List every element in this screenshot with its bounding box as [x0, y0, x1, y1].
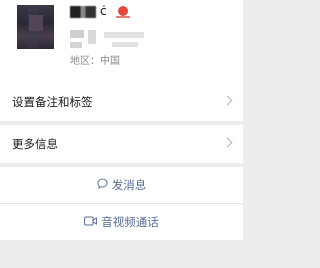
video-call-button[interactable]: 音视频通话: [0, 204, 243, 240]
region-label: 地区：: [70, 56, 100, 67]
brand-logo-icon: [118, 6, 128, 16]
more-info-row[interactable]: 更多信息: [0, 125, 243, 163]
account-id-pixelated: [70, 30, 84, 38]
nickname-glyph: ċ: [100, 4, 107, 18]
video-call-label: 音视频通话: [101, 215, 159, 229]
profile-header: ċ 地区：中国: [0, 0, 243, 84]
region-line: 地区：中国: [70, 52, 120, 67]
region-value: 中国: [100, 56, 120, 67]
account-id-pixelated: [70, 42, 82, 48]
send-message-label: 发消息: [111, 178, 147, 192]
chat-bubble-icon: [97, 178, 108, 192]
send-message-button[interactable]: 发消息: [0, 167, 243, 203]
nickname-pixelated: [70, 6, 96, 18]
account-id-pixelated: [104, 32, 144, 38]
chevron-right-icon: [222, 95, 233, 106]
account-id-pixelated: [112, 42, 138, 47]
more-info-label: 更多信息: [12, 137, 58, 151]
remarks-and-tags-row[interactable]: 设置备注和标签: [0, 83, 243, 121]
avatar[interactable]: [17, 5, 54, 49]
chevron-right-icon: [222, 137, 233, 148]
video-camera-icon: [84, 215, 98, 229]
remarks-and-tags-label: 设置备注和标签: [12, 95, 93, 109]
account-id-pixelated: [88, 30, 96, 44]
brand-logo-mark: [116, 16, 130, 18]
